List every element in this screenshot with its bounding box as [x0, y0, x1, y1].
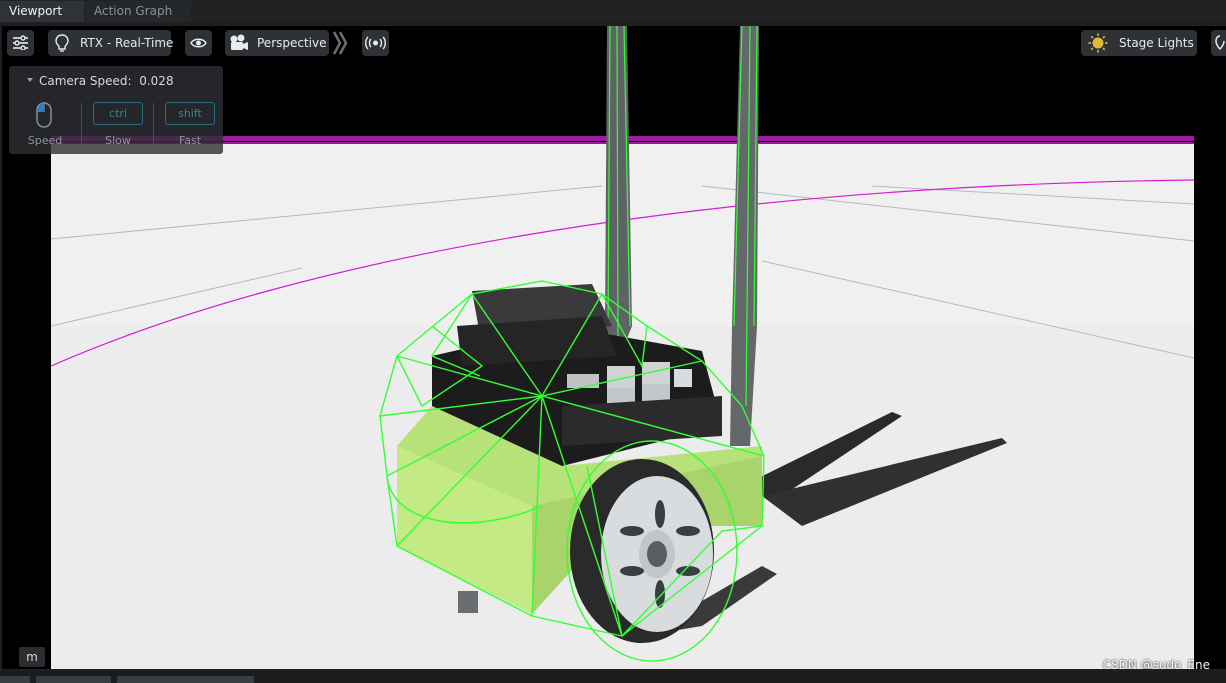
lightbulb-icon: [55, 34, 69, 52]
sliders-icon: [13, 35, 28, 50]
camera-icon: [230, 34, 248, 50]
divider: [81, 103, 82, 147]
camera-speed-panel: Camera Speed: 0.028 Speed ctrl Slow shif…: [9, 66, 223, 154]
ctrl-key: ctrl: [93, 102, 143, 125]
divider: [153, 103, 154, 147]
speed-label: Speed: [27, 134, 63, 147]
camera-speed-label: Camera Speed:: [39, 74, 132, 88]
render-mode-button[interactable]: RTX - Real-Time: [48, 30, 174, 56]
collapse-arrow-icon[interactable]: [27, 78, 33, 82]
slow-label: Slow: [105, 134, 131, 147]
mouse-icon: [36, 102, 52, 128]
watermark: CSDN @sudo_Ene: [1102, 658, 1210, 669]
eye-icon: [190, 38, 207, 48]
camera-speed-title: Camera Speed: 0.028: [39, 74, 174, 88]
visibility-button[interactable]: [185, 30, 212, 56]
stage-lights-button[interactable]: Stage Lights: [1081, 30, 1197, 56]
fast-label: Fast: [178, 134, 202, 147]
camera-speed-value: 0.028: [139, 74, 174, 88]
camera-label: Perspective: [257, 36, 327, 50]
bottom-tab[interactable]: [36, 676, 111, 683]
audio-button[interactable]: [362, 30, 389, 56]
camera-icon: [1215, 35, 1225, 51]
camera-button[interactable]: Perspective: [225, 30, 329, 56]
shift-key: shift: [165, 102, 215, 125]
viewport[interactable]: RTX - Real-Time Perspective Stage Lights…: [2, 26, 1226, 669]
m-button[interactable]: m: [19, 647, 45, 667]
render-mode-label: RTX - Real-Time: [80, 36, 174, 50]
tab-viewport[interactable]: Viewport: [0, 1, 84, 22]
tab-action-graph[interactable]: Action Graph: [85, 1, 191, 22]
bottom-tab[interactable]: [117, 676, 254, 683]
double-chevron-right-icon: [332, 31, 348, 55]
settings-button[interactable]: [7, 30, 34, 56]
tab-bar: Viewport Action Graph: [0, 0, 1226, 22]
stage-lights-label: Stage Lights: [1119, 36, 1194, 50]
sun-icon: [1088, 33, 1108, 53]
toolbar-overflow-button[interactable]: [1211, 30, 1226, 56]
bottom-tab[interactable]: [0, 676, 30, 683]
expand-toolbar-button[interactable]: [332, 30, 350, 56]
broadcast-icon: [365, 36, 386, 50]
